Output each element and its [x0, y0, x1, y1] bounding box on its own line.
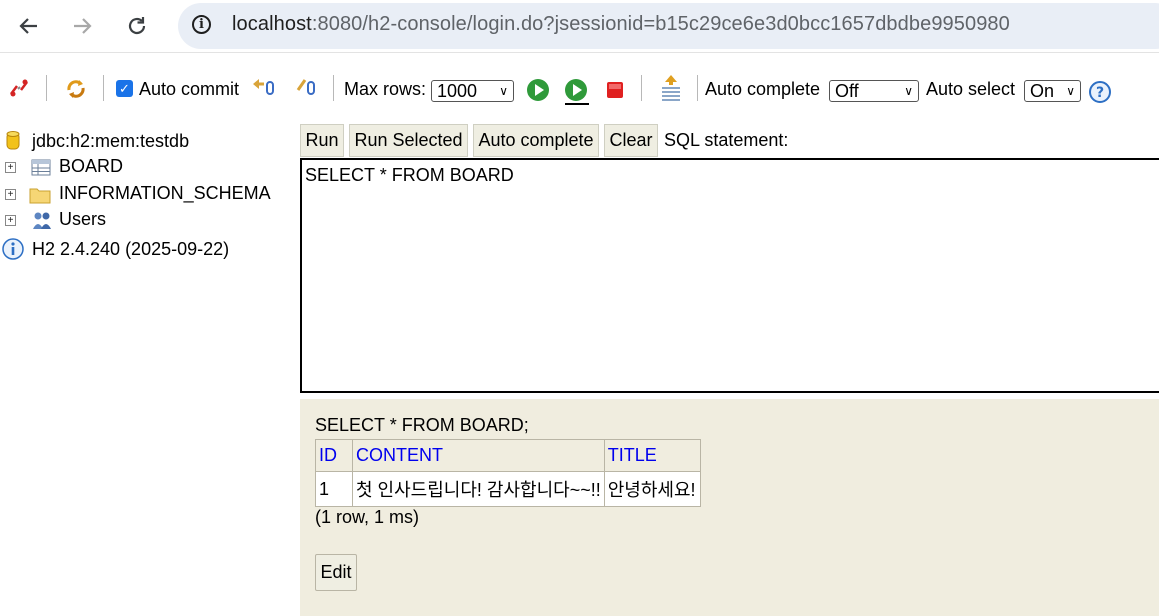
rollback-button[interactable]: [250, 76, 278, 98]
toolbar-divider: [641, 75, 642, 101]
sql-statement-label: SQL statement:: [664, 130, 789, 150]
connection-node[interactable]: jdbc:h2:mem:testdb: [5, 129, 189, 153]
expand-icon[interactable]: +: [5, 215, 16, 226]
history-button[interactable]: [658, 74, 684, 102]
play-icon: [527, 79, 549, 101]
auto-select-select[interactable]: On ∨: [1024, 80, 1081, 102]
run-button[interactable]: [526, 78, 550, 102]
commit-icon: [296, 79, 315, 95]
svg-text:?: ?: [1096, 85, 1104, 101]
table-icon: [31, 159, 51, 176]
tree-item-label: INFORMATION_SCHEMA: [59, 183, 271, 203]
toolbar-divider: [46, 75, 47, 101]
max-rows-label: Max rows:: [344, 79, 427, 99]
max-rows-select[interactable]: 1000 ∨: [431, 80, 514, 102]
reload-icon: [128, 17, 146, 35]
clear-button[interactable]: Clear: [604, 124, 658, 157]
tree-item-label: BOARD: [59, 156, 124, 176]
result-summary: (1 row, 1 ms): [315, 507, 420, 527]
sql-editor[interactable]: SELECT * FROM BOARD: [300, 158, 1159, 393]
result-table: ID CONTENT TITLE 1 첫 인사드립니다! 감사합니다~~!! 안…: [315, 439, 701, 507]
table-row: 1 첫 인사드립니다! 감사합니다~~!! 안녕하세요!: [315, 471, 701, 507]
toolbar-divider: [697, 75, 698, 101]
connection-url: jdbc:h2:mem:testdb: [32, 130, 190, 151]
rollback-icon: [253, 79, 274, 95]
auto-complete-select[interactable]: Off ∨: [829, 80, 919, 102]
disconnect-button[interactable]: [7, 76, 31, 100]
h2-toolbar: ✓ Auto commit Max rows: 1000 ∨ Auto comp…: [0, 62, 1159, 118]
history-icon: [662, 75, 680, 101]
column-header-id[interactable]: ID: [315, 439, 353, 472]
run-selected-button[interactable]: [563, 78, 591, 106]
refresh-icon: [67, 80, 85, 98]
run-query-button[interactable]: Run: [300, 124, 344, 157]
expand-icon[interactable]: +: [5, 189, 16, 200]
folder-icon: [29, 188, 51, 204]
reload-button[interactable]: [119, 8, 155, 44]
tree-item-label: Users: [59, 209, 107, 229]
cell-id: 1: [315, 471, 353, 507]
help-icon: ?: [1089, 81, 1111, 103]
toolbar-divider: [103, 75, 104, 101]
disconnect-icon: [10, 79, 28, 97]
info-icon: [2, 238, 24, 260]
table-header-row: ID CONTENT TITLE: [315, 439, 701, 472]
forward-button[interactable]: [64, 8, 100, 44]
forward-arrow-icon: [74, 18, 92, 34]
version-text: H2 2.4.240 (2025-09-22): [32, 238, 230, 259]
commit-button[interactable]: [295, 76, 321, 98]
result-statement: SELECT * FROM BOARD;: [315, 415, 529, 435]
run-selected-query-button[interactable]: Run Selected: [349, 124, 468, 157]
auto-commit-label: Auto commit: [139, 79, 240, 99]
database-icon: [6, 131, 20, 150]
auto-complete-button[interactable]: Auto complete: [473, 124, 599, 157]
auto-select-value: On: [1030, 80, 1055, 101]
max-rows-value: 1000: [437, 80, 478, 101]
auto-select-label: Auto select: [926, 79, 1016, 99]
refresh-button[interactable]: [63, 76, 89, 102]
chevron-down-icon: ∨: [1066, 84, 1075, 98]
stop-button[interactable]: [605, 80, 625, 100]
version-info: H2 2.4.240 (2025-09-22): [2, 237, 229, 261]
browser-toolbar: i localhost:8080/h2-console/login.do?jse…: [0, 0, 1159, 53]
help-button[interactable]: ?: [1089, 81, 1111, 103]
users-icon: [33, 212, 51, 229]
cell-content: 첫 인사드립니다! 감사합니다~~!!: [352, 471, 605, 507]
chevron-down-icon: ∨: [904, 84, 913, 98]
stop-icon: [607, 82, 623, 98]
column-header-content[interactable]: CONTENT: [352, 439, 605, 472]
url-text[interactable]: localhost:8080/h2-console/login.do?jsess…: [232, 13, 1010, 36]
edit-button[interactable]: Edit: [315, 554, 357, 591]
back-button[interactable]: [11, 8, 47, 44]
column-header-title[interactable]: TITLE: [603, 439, 701, 472]
auto-complete-label: Auto complete: [705, 79, 821, 99]
auto-complete-value: Off: [835, 80, 859, 101]
run-selected-icon: [565, 79, 589, 105]
auto-commit-checkbox[interactable]: ✓: [116, 80, 133, 97]
back-arrow-icon: [19, 18, 37, 34]
toolbar-divider: [333, 75, 334, 101]
expand-icon[interactable]: +: [5, 162, 16, 173]
url-host: localhost: [232, 13, 312, 35]
site-info-icon[interactable]: i: [192, 15, 211, 34]
url-path: :8080/h2-console/login.do?jsessionid=b15…: [311, 13, 1010, 35]
chevron-down-icon: ∨: [499, 84, 508, 98]
checkmark-icon: ✓: [116, 80, 133, 97]
cell-title: 안녕하세요!: [603, 471, 701, 507]
